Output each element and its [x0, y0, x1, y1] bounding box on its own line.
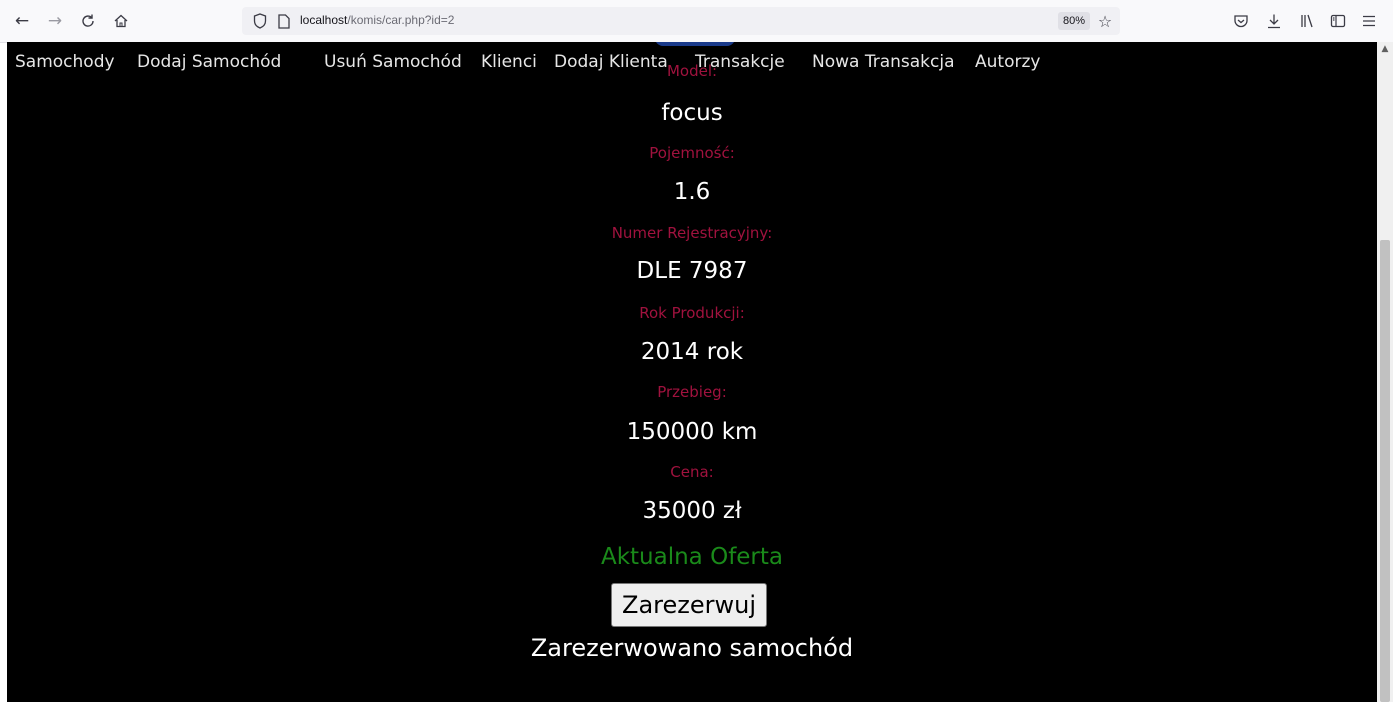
year-label: Rok Produkcji: [639, 304, 745, 322]
nav-item-dodaj-klienta[interactable]: Dodaj Klienta [554, 51, 668, 73]
reload-icon[interactable] [76, 9, 100, 33]
engine-label: Pojemność: [649, 144, 735, 162]
nav-item-nowa-transakcja[interactable]: Nowa Transakcja [812, 51, 955, 73]
menu-icon[interactable] [1357, 9, 1381, 33]
plate-value: DLE 7987 [636, 258, 748, 284]
url-path: /komis/car.php?id=2 [347, 13, 455, 27]
reserve-button[interactable]: Zarezerwuj [611, 583, 767, 627]
model-value: focus [661, 100, 723, 126]
pocket-icon[interactable] [1229, 9, 1253, 33]
download-icon[interactable] [1262, 9, 1286, 33]
logo-shape [655, 42, 735, 46]
zoom-indicator[interactable]: 80% [1058, 12, 1091, 30]
browser-toolbar: ← → localhost/komis/car.php?id=2 80% ☆ [0, 0, 1393, 43]
url-text[interactable]: localhost/komis/car.php?id=2 [300, 13, 454, 27]
library-icon[interactable] [1295, 9, 1319, 33]
back-icon[interactable]: ← [10, 9, 34, 33]
page-scrollbar[interactable]: ▲ [1377, 42, 1393, 702]
price-value: 35000 zł [642, 498, 742, 524]
nav-item-dodaj-samochod[interactable]: Dodaj Samochód [137, 51, 281, 73]
reservation-message: Zarezerwowano samochód [530, 634, 854, 662]
plate-label: Numer Rejestracyjny: [611, 224, 773, 242]
scroll-up-icon[interactable]: ▲ [1377, 42, 1393, 56]
shield-icon[interactable] [250, 11, 270, 31]
nav-item-usun-samochod[interactable]: Usuń Samochód [324, 51, 462, 73]
star-icon[interactable]: ☆ [1094, 10, 1116, 32]
sidebar-icon[interactable] [1326, 9, 1350, 33]
offer-status: Aktualna Oferta [600, 544, 784, 570]
nav-item-samochody[interactable]: Samochody [15, 51, 115, 73]
home-icon[interactable] [109, 9, 133, 33]
page-viewport: Model: focus Pojemność: 1.6 Numer Rejest… [7, 42, 1377, 702]
forward-icon[interactable]: → [43, 9, 67, 33]
url-host: localhost [300, 13, 348, 27]
engine-value: 1.6 [673, 179, 711, 205]
page-icon [274, 11, 294, 31]
year-value: 2014 rok [640, 339, 744, 365]
scroll-thumb[interactable] [1380, 240, 1390, 702]
price-label: Cena: [670, 463, 714, 481]
mileage-value: 150000 km [626, 419, 758, 445]
mileage-label: Przebieg: [657, 383, 727, 401]
nav-item-klienci[interactable]: Klienci [481, 51, 537, 73]
url-bar[interactable]: localhost/komis/car.php?id=2 80% ☆ [242, 7, 1120, 35]
nav-item-autorzy[interactable]: Autorzy [975, 51, 1040, 73]
nav-item-transakcje[interactable]: Transakcje [695, 51, 785, 73]
